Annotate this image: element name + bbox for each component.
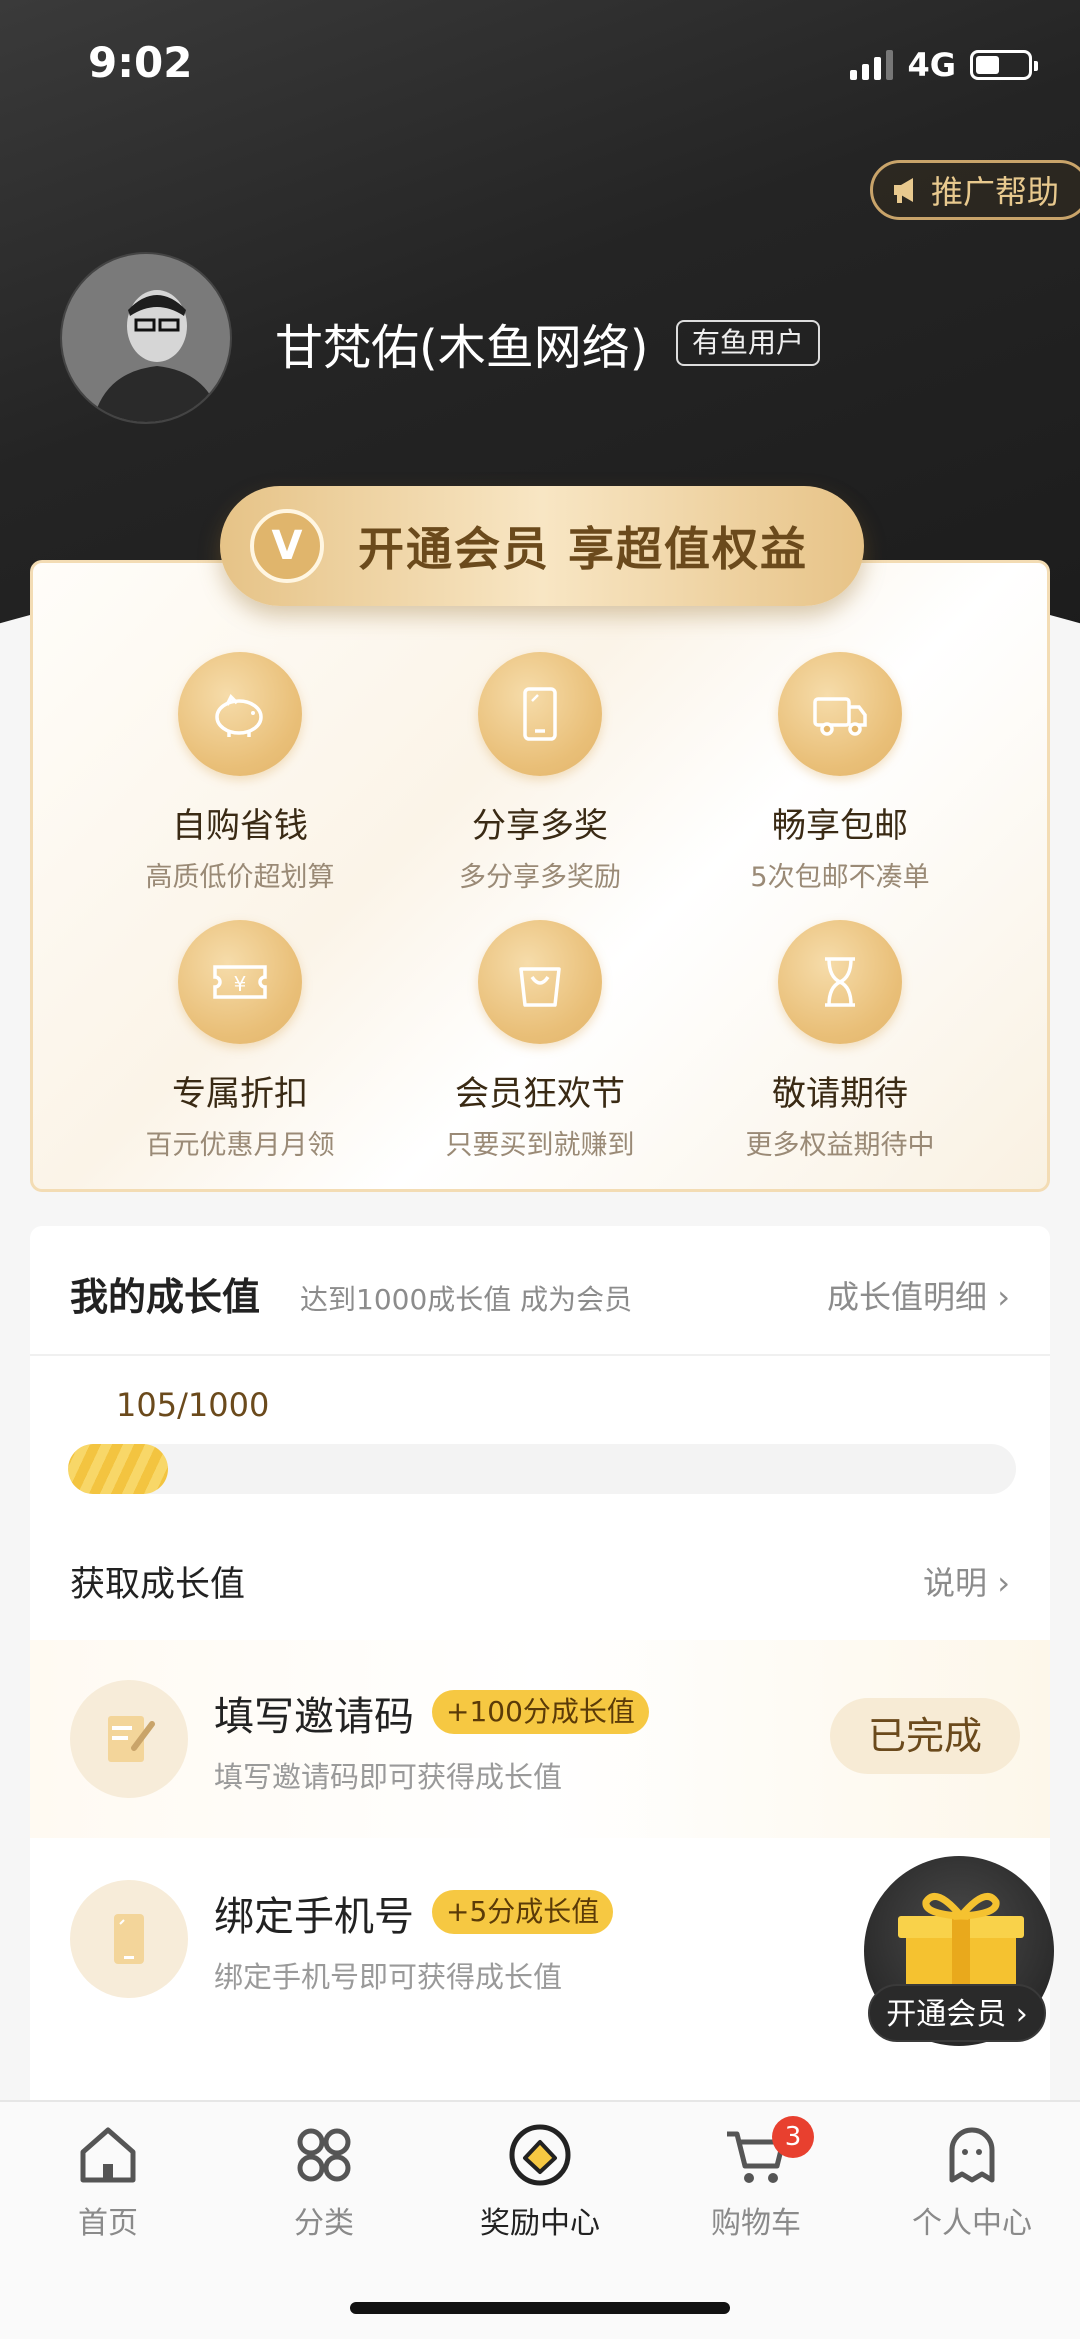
network-type: 4G <box>907 46 956 84</box>
growth-detail-link[interactable]: 成长值明细 › <box>827 1272 1010 1318</box>
progress-bar <box>68 1444 1016 1494</box>
progress-label: 105/1000 <box>116 1386 270 1424</box>
perk-title: 自购省钱 <box>172 806 308 846</box>
category-icon <box>297 2128 351 2182</box>
vip-banner-text: 开通会员 享超值权益 <box>358 522 809 576</box>
tab-cart[interactable]: 3 购物车 <box>648 2116 864 2242</box>
tab-reward-center[interactable]: 奖励中心 <box>432 2120 648 2242</box>
growth-title: 我的成长值 <box>70 1275 261 1319</box>
tab-home[interactable]: 首页 <box>0 2120 216 2242</box>
perk-item[interactable]: 自购省钱 高质低价超划算 <box>90 652 390 894</box>
phone-bind-icon <box>70 1880 188 1998</box>
hourglass-icon <box>778 920 902 1044</box>
promo-help-label: 推广帮助 <box>931 173 1060 211</box>
task-status-button[interactable]: 已完成 <box>830 1698 1020 1774</box>
tab-label: 分类 <box>294 2206 354 2241</box>
task-item: 填写邀请码 +100分成长值 填写邀请码即可获得成长值 已完成 <box>30 1640 1050 1838</box>
task-desc: 填写邀请码即可获得成长值 <box>214 1760 563 1794</box>
cart-count-badge: 3 <box>772 2116 814 2158</box>
earn-growth-title: 获取成长值 <box>70 1565 246 1605</box>
status-bar: 9:02 4G <box>0 0 1080 130</box>
growth-subtitle: 达到1000成长值 成为会员 <box>300 1283 633 1316</box>
vip-v-icon: V <box>250 509 324 583</box>
invite-code-icon <box>70 1680 188 1798</box>
task-reward-badge: +100分成长值 <box>432 1690 649 1734</box>
task-desc: 绑定手机号即可获得成长值 <box>214 1960 563 1994</box>
perk-title: 专属折扣 <box>172 1074 308 1114</box>
home-indicator <box>350 2302 730 2314</box>
tab-label: 购物车 <box>711 2206 801 2241</box>
status-indicators: 4G <box>850 46 1038 84</box>
perk-item[interactable]: 敬请期待 更多权益期待中 <box>690 920 990 1162</box>
perk-desc: 5次包邮不凑单 <box>750 862 930 893</box>
perk-desc: 多分享多奖励 <box>459 862 621 893</box>
divider <box>30 1354 1050 1356</box>
phone-icon <box>478 652 602 776</box>
profile-icon <box>949 2127 995 2183</box>
reward-icon <box>509 2124 571 2186</box>
shopping-bag-icon <box>478 920 602 1044</box>
perk-title: 分享多奖 <box>472 806 608 846</box>
perk-item[interactable]: 会员狂欢节 只要买到就赚到 <box>390 920 690 1162</box>
floating-vip-button[interactable]: 开通会员 › <box>868 1984 1046 2042</box>
truck-icon <box>778 652 902 776</box>
megaphone-icon <box>894 178 913 203</box>
tab-label: 奖励中心 <box>480 2206 600 2241</box>
home-icon <box>80 2127 136 2183</box>
tab-category[interactable]: 分类 <box>216 2120 432 2242</box>
avatar-image <box>62 254 230 422</box>
perk-title: 会员狂欢节 <box>455 1074 625 1114</box>
task-title: 填写邀请码 <box>214 1694 414 1740</box>
piggy-bank-icon <box>178 652 302 776</box>
tab-profile[interactable]: 个人中心 <box>864 2120 1080 2242</box>
task-reward-badge: +5分成长值 <box>432 1890 614 1934</box>
perk-desc: 只要买到就赚到 <box>445 1130 635 1161</box>
avatar[interactable] <box>60 252 232 424</box>
coupon-icon: ¥ <box>178 920 302 1044</box>
task-title: 绑定手机号 <box>214 1894 414 1940</box>
user-level-badge: 有鱼用户 <box>676 320 821 366</box>
battery-icon <box>970 50 1038 80</box>
perk-desc: 高质低价超划算 <box>145 862 335 893</box>
perk-desc: 更多权益期待中 <box>745 1130 935 1161</box>
promo-help-button[interactable]: 推广帮助 <box>870 160 1080 220</box>
vip-open-banner-button[interactable]: V 开通会员 享超值权益 <box>220 486 864 606</box>
progress-fill <box>68 1444 168 1494</box>
svg-text:¥: ¥ <box>234 972 247 996</box>
perk-title: 畅享包邮 <box>772 806 908 846</box>
username: 甘梵佑(木鱼网络) <box>275 320 649 376</box>
perk-title: 敬请期待 <box>772 1074 908 1114</box>
perk-item[interactable]: 畅享包邮 5次包邮不凑单 <box>690 652 990 894</box>
status-time: 9:02 <box>88 38 193 87</box>
perk-desc: 百元优惠月月领 <box>145 1130 335 1161</box>
perk-item[interactable]: ¥ 专属折扣 百元优惠月月领 <box>90 920 390 1162</box>
tab-label: 个人中心 <box>912 2206 1032 2241</box>
perk-item[interactable]: 分享多奖 多分享多奖励 <box>390 652 690 894</box>
earn-help-link[interactable]: 说明 › <box>923 1558 1010 1604</box>
tab-label: 首页 <box>78 2206 138 2241</box>
signal-icon <box>850 50 894 80</box>
